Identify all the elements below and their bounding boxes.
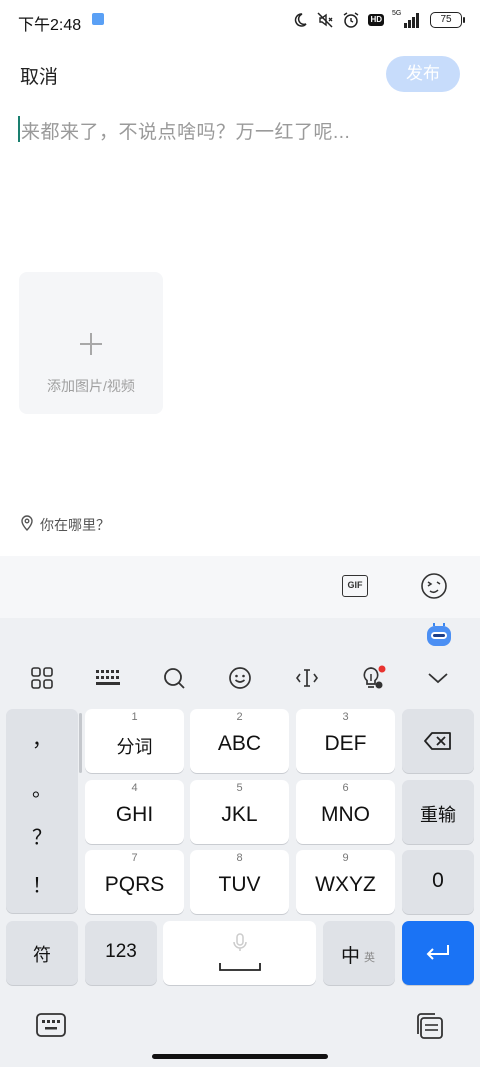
numbers-label: 123: [105, 941, 137, 962]
alarm-icon: [342, 10, 360, 30]
location-pin-icon: [20, 514, 34, 536]
key-number: 9: [342, 852, 349, 864]
gif-icon[interactable]: GIF: [342, 575, 368, 597]
keyboard-switch-icon[interactable]: [36, 1012, 66, 1040]
compose-header: 取消 发布: [0, 52, 480, 96]
key-9-wxyz[interactable]: 9 WXYZ: [296, 850, 395, 914]
numbers-key[interactable]: 123: [85, 921, 157, 985]
idea-bulb-icon[interactable]: [355, 662, 391, 694]
keyboard-layout-icon[interactable]: [90, 662, 126, 694]
battery-icon: 75: [430, 12, 465, 28]
enter-icon: [424, 943, 452, 968]
location-label: 你在哪里？: [40, 517, 110, 533]
zero-label: 0: [432, 869, 444, 892]
status-time: 下午2:48: [18, 17, 82, 34]
key-label: 分词: [116, 737, 153, 757]
status-icons: HD 5G 75: [292, 10, 465, 30]
search-icon[interactable]: [156, 662, 192, 694]
punct-comma-key[interactable]: ，: [6, 723, 78, 752]
add-media-label: 添加图片/视频: [47, 378, 135, 394]
key-number: 5: [236, 782, 243, 794]
hd-icon: HD: [368, 10, 384, 30]
assistant-robot-icon[interactable]: [424, 620, 454, 648]
key-label: ABC: [217, 732, 262, 755]
enter-key[interactable]: [402, 921, 474, 985]
lang-main-label: 中: [341, 946, 361, 967]
text-caret: [18, 116, 20, 142]
punctuation-scrollbar[interactable]: [79, 713, 82, 773]
post-text-placeholder: 来都来了，不说点啥吗？万一红了呢...: [21, 122, 351, 143]
symbols-label: 符: [33, 945, 51, 965]
key-number: 4: [131, 782, 138, 794]
backspace-icon: [424, 731, 452, 756]
mute-icon: [316, 10, 334, 30]
status-bar: 下午2:48 HD 5G 75: [0, 0, 480, 40]
plus-icon: [79, 332, 103, 356]
key-number: 1: [131, 711, 138, 723]
moon-icon: [292, 10, 308, 30]
add-media-button[interactable]: 添加图片/视频: [19, 272, 163, 414]
punctuation-column[interactable]: ， 。 ？ ！: [6, 709, 82, 913]
location-button[interactable]: 你在哪里？: [20, 514, 110, 536]
emoji-icon[interactable]: [222, 662, 258, 694]
clipboard-icon[interactable]: [414, 1012, 444, 1040]
composer-toolbar: GIF: [0, 556, 480, 618]
key-2-abc[interactable]: 2 ABC: [190, 709, 289, 773]
post-text-input[interactable]: 来都来了，不说点啥吗？万一红了呢...: [18, 114, 462, 144]
key-number: 3: [342, 711, 349, 723]
microphone-icon: [232, 933, 248, 958]
key-number: 2: [236, 711, 243, 723]
key-label: PQRS: [104, 873, 165, 896]
hd-badge: HD: [368, 14, 384, 26]
key-label: DEF: [324, 732, 367, 755]
key-label: TUV: [218, 873, 261, 896]
zero-key[interactable]: 0: [402, 850, 474, 914]
key-6-mno[interactable]: 6 MNO: [296, 780, 395, 844]
notification-app-icon: [92, 13, 104, 25]
lang-sub-label: 英: [364, 952, 375, 964]
key-1-fenci[interactable]: 1 分词: [85, 709, 184, 773]
key-8-tuv[interactable]: 8 TUV: [190, 850, 289, 914]
punct-question-key[interactable]: ？: [6, 821, 78, 850]
key-7-pqrs[interactable]: 7 PQRS: [85, 850, 184, 914]
retype-key[interactable]: 重输: [402, 780, 474, 844]
retype-label: 重输: [420, 805, 456, 825]
key-number: 8: [236, 852, 243, 864]
key-label: WXYZ: [315, 873, 376, 896]
key-label: JKL: [221, 803, 258, 826]
language-switch-key[interactable]: 中 英: [323, 921, 395, 985]
backspace-key[interactable]: [402, 709, 474, 773]
punct-exclaim-key[interactable]: ！: [6, 869, 78, 898]
home-indicator[interactable]: [152, 1054, 328, 1059]
cursor-move-icon[interactable]: [289, 662, 325, 694]
apps-grid-icon[interactable]: [24, 662, 60, 694]
key-3-def[interactable]: 3 DEF: [296, 709, 395, 773]
publish-button[interactable]: 发布: [386, 56, 460, 92]
key-label: GHI: [115, 803, 154, 826]
signal-icon: 5G: [392, 10, 422, 30]
network-type: 5G: [392, 10, 402, 17]
key-5-jkl[interactable]: 5 JKL: [190, 780, 289, 844]
key-4-ghi[interactable]: 4 GHI: [85, 780, 184, 844]
space-key[interactable]: [163, 921, 316, 985]
key-label: MNO: [321, 803, 370, 826]
emoji-icon[interactable]: [420, 572, 448, 600]
collapse-keyboard-icon[interactable]: [420, 662, 456, 694]
cancel-button[interactable]: 取消: [20, 62, 58, 89]
key-number: 7: [131, 852, 138, 864]
symbols-key[interactable]: 符: [6, 921, 78, 985]
key-number: 6: [342, 782, 349, 794]
punct-period-key[interactable]: 。: [6, 773, 78, 802]
space-bar-icon: [219, 959, 261, 977]
